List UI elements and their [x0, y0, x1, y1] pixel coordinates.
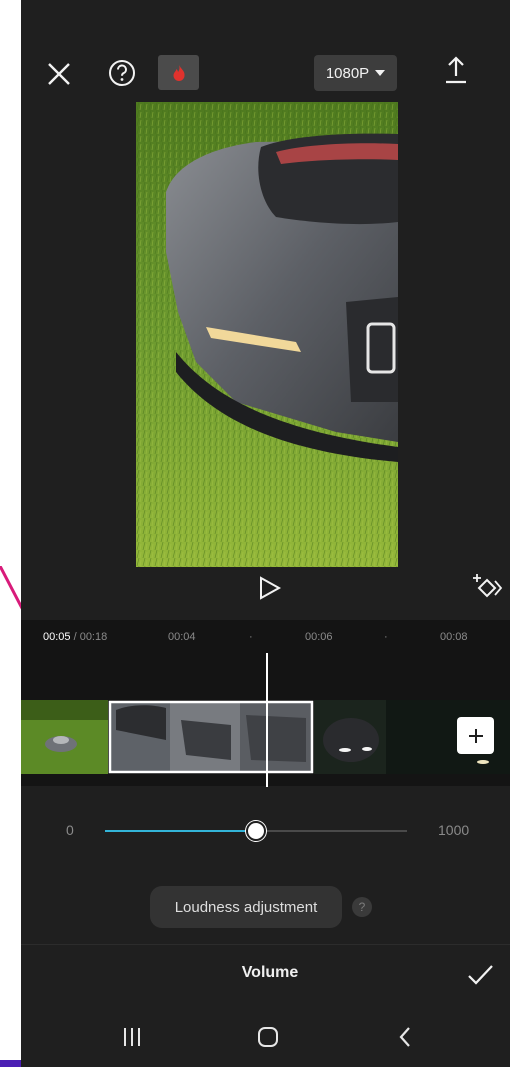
loudness-label: Loudness adjustment	[174, 898, 318, 916]
current-time: 00:05	[43, 631, 71, 643]
timeline-tick: ·	[384, 631, 388, 643]
flame-button[interactable]	[158, 55, 199, 90]
caret-down-icon	[375, 70, 386, 76]
clip-thumbnail[interactable]	[21, 700, 108, 774]
close-icon[interactable]	[43, 58, 75, 90]
panel-title: Volume	[241, 964, 299, 981]
resolution-dropdown[interactable]: 1080P	[314, 55, 397, 91]
checkmark-icon[interactable]	[465, 960, 495, 990]
editor-screen: 1080P 00:05 / 00:18 00:04 · 00:06 · 00:0…	[21, 0, 510, 1067]
add-clip-button[interactable]	[457, 717, 494, 754]
loudness-adjustment-button[interactable]: Loudness adjustment	[150, 886, 342, 928]
playhead[interactable]	[266, 653, 268, 787]
plus-icon	[468, 728, 483, 743]
upload-icon[interactable]	[441, 54, 471, 88]
volume-slider-fill	[105, 830, 256, 832]
back-icon[interactable]	[397, 1024, 413, 1050]
time-readout: 00:05 / 00:18	[43, 631, 107, 643]
loudness-help-icon[interactable]: ?	[352, 897, 372, 917]
clip-thumbnail-selected[interactable]	[108, 700, 314, 774]
play-icon[interactable]	[257, 574, 283, 602]
video-preview[interactable]	[136, 102, 398, 567]
slider-min-label: 0	[66, 822, 74, 838]
help-circle-icon[interactable]	[107, 58, 137, 88]
home-icon[interactable]	[256, 1025, 280, 1049]
timeline-tick: 00:04	[168, 631, 196, 643]
timeline-tick: 00:06	[305, 631, 333, 643]
timeline-tick: ·	[249, 631, 253, 643]
timeline-tick: 00:08	[440, 631, 468, 643]
total-time: / 00:18	[70, 631, 108, 643]
volume-slider-thumb[interactable]	[246, 821, 266, 841]
flame-icon	[173, 64, 185, 81]
resolution-label: 1080P	[325, 64, 370, 82]
keyframe-icon[interactable]	[471, 572, 503, 602]
recents-icon[interactable]	[121, 1026, 143, 1048]
slider-max-label: 1000	[438, 822, 470, 838]
edge-annotation-bar	[0, 1060, 22, 1067]
panel-divider	[21, 944, 510, 945]
